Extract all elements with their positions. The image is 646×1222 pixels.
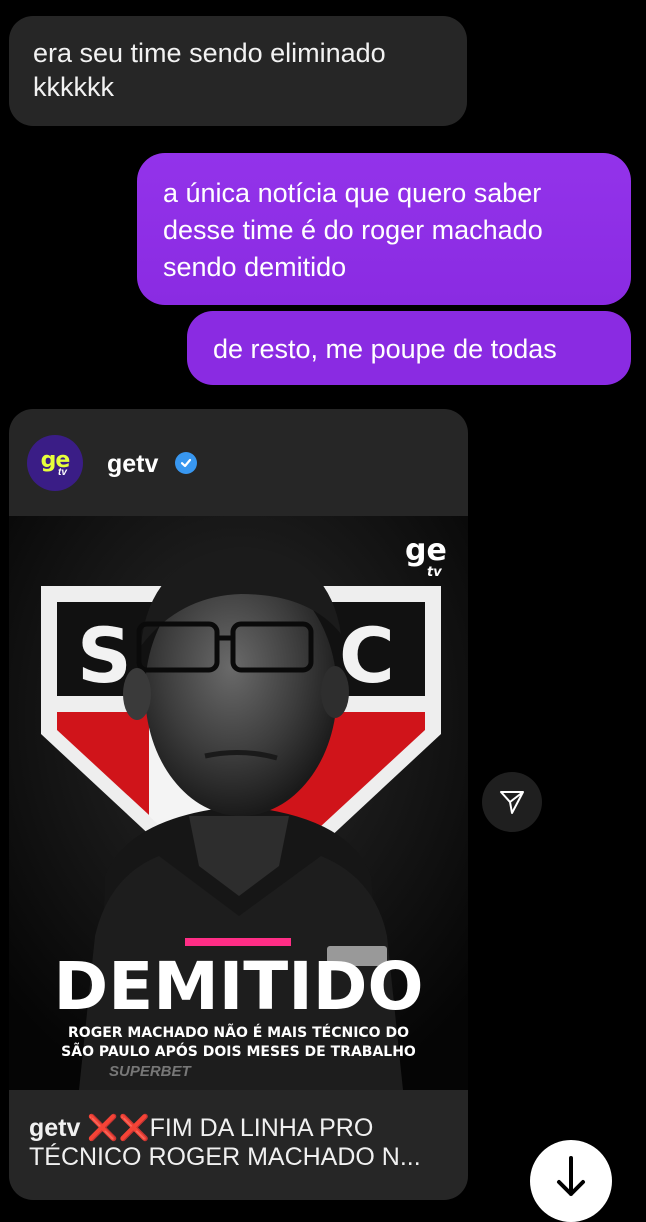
post-caption[interactable]: getv ❌❌FIM DA LINHA PRO TÉCNICO ROGER MA… [9,1090,468,1200]
post-username[interactable]: getv [107,450,158,479]
arrow-down-icon[interactable] [530,1140,612,1222]
caption-line-2: TÉCNICO ROGER MACHADO N... [29,1143,421,1171]
message-text-line: desse time é do roger machado [163,215,543,245]
message-text-line: a única notícia que quero saber [163,178,542,208]
message-text-line: kkkkkk [33,72,114,102]
caption-text: FIM DA LINHA PRO [149,1114,374,1142]
outgoing-message-bubble[interactable]: de resto, me poupe de todas [187,311,631,385]
svg-text:ge: ge [405,533,447,568]
post-header[interactable]: ge tv getv [9,409,468,516]
message-text-line: sendo demitido [163,252,347,282]
crest-letter-left: S [77,611,132,700]
message-text-line: era seu time sendo eliminado [33,38,386,68]
headline-subline-2: SÃO PAULO APÓS DOIS MESES DE TRABALHO [61,1042,416,1060]
shirt-sponsor-text: SUPERBET [109,1063,193,1080]
send-icon[interactable] [482,772,542,832]
avatar-logo-tv: tv [58,467,67,478]
message-text: de resto, me poupe de todas [213,334,557,364]
verified-badge-icon [175,452,197,474]
caption-line-1: getv ❌❌FIM DA LINHA PRO [29,1114,448,1143]
headline-accent-bar [185,938,291,946]
cross-emoji-icon: ❌❌ [87,1114,150,1142]
headline: DEMITIDO [54,948,424,1025]
caption-username: getv [29,1114,81,1142]
shared-post-card[interactable]: ge tv getv S C SUPERBET ge tv DEMITIDO R… [9,409,468,1200]
post-image[interactable]: S C SUPERBET ge tv DEMITIDO ROGER MACHAD… [9,516,468,1090]
incoming-message-bubble[interactable]: era seu time sendo eliminado kkkkkk [9,16,467,126]
svg-text:tv: tv [427,565,442,580]
post-image-graphic: S C SUPERBET ge tv DEMITIDO ROGER MACHAD… [9,516,468,1090]
outgoing-message-bubble[interactable]: a única notícia que quero saber desse ti… [137,153,631,305]
avatar[interactable]: ge tv [27,435,83,491]
headline-subline-1: ROGER MACHADO NÃO É MAIS TÉCNICO DO [68,1024,409,1041]
